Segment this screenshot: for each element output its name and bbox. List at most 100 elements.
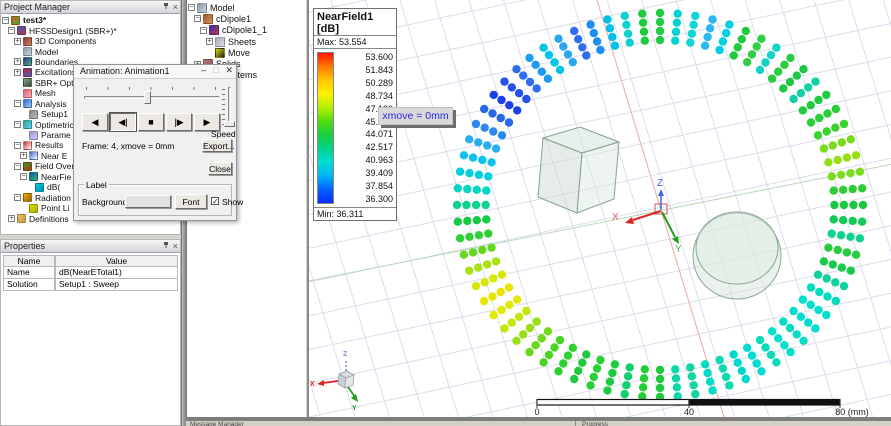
legend-colorbar [317,52,334,204]
stop-button[interactable]: ■ [138,113,164,131]
status-bar: Message Manager Progress [186,421,891,426]
expand-icon[interactable]: + [14,69,21,76]
legend-value: 51.843 [334,65,393,75]
ruler-tick-40: 40 [684,407,694,417]
expand-icon[interactable]: + [20,152,27,159]
step-forward-button[interactable]: |▶ [166,113,192,131]
frame-status-text: Frame: 4, xmove = 0mm [82,141,174,151]
legend-value: 42.517 [334,142,393,152]
3d-viewport[interactable]: Z X Y X Y Z 0 [307,0,891,417]
tree-item[interactable]: −cDipole1 [187,13,306,24]
legend-value: 44.071 [334,129,393,139]
z-axis-label: Z [343,351,348,358]
properties-col-value: Value [55,255,178,267]
z-axis-label: Z [657,178,663,189]
collapse-icon[interactable]: − [8,27,15,34]
tree-item-label: Model [35,47,58,57]
tree-item-label: Excitations [35,67,76,77]
box-object[interactable] [538,127,619,213]
collapse-icon[interactable]: − [14,163,21,170]
expand-icon[interactable]: + [14,38,21,45]
tree-item[interactable]: −test3* [1,15,180,25]
tree-item[interactable]: −HFSSDesign1 (SBR+)* [1,25,180,35]
pin-icon[interactable] [162,241,170,249]
tree-item-label: Move [228,48,250,58]
close-icon[interactable]: × [173,2,178,12]
excitations-icon [23,68,32,77]
project-icon [11,16,20,25]
pin-icon[interactable] [162,2,170,10]
model-icon [23,47,32,56]
legend-value: 37.854 [334,181,393,191]
expand-icon[interactable]: + [206,38,213,45]
collapse-icon[interactable]: − [14,194,21,201]
collapse-icon[interactable]: − [20,173,27,180]
property-row[interactable]: SolutionSetup1 : Sweep [3,279,178,291]
animation-dialog-title: Animation: Animation1 [80,66,170,76]
property-value[interactable]: Setup1 : Sweep [55,279,178,291]
components-icon [23,37,32,46]
collapse-icon[interactable]: − [14,121,21,128]
close-button[interactable]: Close [208,162,232,175]
expand-icon[interactable]: + [8,215,15,222]
frame-slider-thumb[interactable] [144,91,151,104]
frame-slider[interactable] [84,96,220,99]
project-manager-title: Project Manager [4,2,70,12]
close-icon[interactable]: × [173,241,178,251]
collapse-icon[interactable]: − [14,100,21,107]
tree-item[interactable]: + Sheets [187,36,306,47]
tree-item-label: dB( [47,182,60,192]
tree-item-label: Sheets [228,37,256,47]
xmove-annotation[interactable]: xmove = 0mm [378,107,453,125]
close-icon[interactable]: ✕ [225,65,233,76]
tree-item-label: Radiation [35,193,71,203]
frame-slider-ticks [86,87,218,90]
step-back-button[interactable]: ◀| [110,113,136,131]
collapse-icon[interactable]: − [194,15,201,22]
cylinder-object[interactable] [693,212,781,299]
nearfield-dot-ring [453,9,867,401]
properties-table: Name Value NamedB(NearETotal1)SolutionSe… [3,255,178,291]
maximize-icon[interactable]: □ [213,65,218,76]
animation-dialog[interactable]: Animation: Animation1 – □ ✕ ◀◀|■|▶▶ Spee… [73,64,237,221]
tree-item[interactable]: +3D Components [1,36,180,46]
property-value[interactable]: dB(NearETotal1) [55,267,178,279]
show-checkbox[interactable]: ✓ [211,197,219,205]
analysis-icon [23,99,32,108]
tree-item-label: Point Li [41,203,69,213]
legend-max: Max: 53.554 [314,35,396,48]
move-icon [215,48,225,58]
tree-item-label: Parame [41,130,71,140]
tree-item[interactable]: Move [187,47,306,58]
results-icon [23,141,32,150]
scale-ruler: 0 40 80 (mm) [534,399,868,417]
corner-axes: X Y Z [310,351,358,412]
collapse-icon[interactable]: − [188,4,195,11]
sbr-options-icon [23,78,32,87]
tree-item[interactable]: −cDipole1_1 [187,25,306,36]
tree-item[interactable]: Model [1,46,180,56]
tree-item-label: NearFie [41,172,71,182]
speed-slider-thumb[interactable] [224,121,235,127]
collapse-icon[interactable]: − [2,17,9,24]
property-name: Name [3,267,55,279]
legend-value: 40.963 [334,155,393,165]
export-button[interactable]: Export... [202,139,232,152]
collapse-icon[interactable]: − [200,27,207,34]
model-icon [197,3,207,13]
background-color-button[interactable] [125,195,171,208]
legend-value: 36.300 [334,194,393,204]
collapse-icon[interactable]: − [14,142,21,149]
label-group-title: Label [84,180,109,190]
font-button[interactable]: Font [175,194,207,209]
ruler-tick-0: 0 [534,407,539,417]
tree-item[interactable]: −Model [187,2,306,13]
tree-item-label: 3D Components [35,36,96,46]
tree-item-label: Boundaries [35,57,78,67]
properties-title: Properties [4,241,45,251]
property-row[interactable]: NamedB(NearETotal1) [3,267,178,279]
minimize-icon[interactable]: – [201,65,206,76]
nearfield-icon [29,172,38,181]
expand-icon[interactable]: + [14,58,21,65]
play-reverse-button[interactable]: ◀ [82,113,108,131]
